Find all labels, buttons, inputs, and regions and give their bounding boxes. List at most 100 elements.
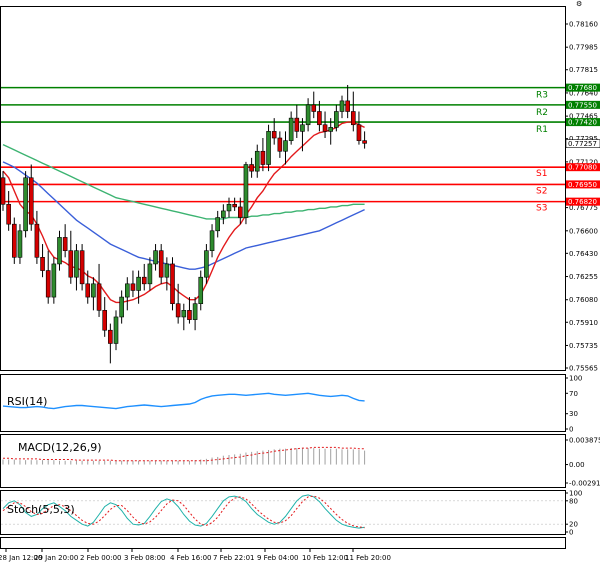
rsi-label: RSI(14) xyxy=(7,395,47,408)
pivot-name-r3: R3 xyxy=(536,91,548,101)
candle-body xyxy=(85,283,91,298)
macd-tick-label: -0.002911 xyxy=(569,480,600,488)
forex-chart: ⚙ 0.781600.779850.778150.776400.774650.7… xyxy=(0,0,600,567)
candle-body xyxy=(288,117,294,141)
candle-body xyxy=(153,250,158,265)
price-tick-label: 0.77985 xyxy=(569,44,598,52)
candle-body xyxy=(243,164,249,218)
time-tick-label: 11 Feb 20:00 xyxy=(345,554,391,562)
stoch-tick-label: 80 xyxy=(569,497,578,505)
candle-body xyxy=(34,223,40,258)
candle-body xyxy=(158,250,164,278)
candle-body xyxy=(51,263,57,298)
stoch-tick-label: 20 xyxy=(569,521,578,529)
candle-body xyxy=(130,283,136,291)
candle-body xyxy=(17,230,23,258)
candle-body xyxy=(136,276,141,291)
candle-body xyxy=(45,270,51,298)
pivot-value-label: 0.77680 xyxy=(568,84,597,92)
settings-icon[interactable]: ⚙ xyxy=(576,0,582,8)
last-price-marker: 0.77257 xyxy=(565,139,600,148)
candle-body xyxy=(108,329,113,344)
time-tick-label: 29 Jan 20:00 xyxy=(34,554,78,562)
rsi-tick-label: 30 xyxy=(569,410,578,418)
candle-body xyxy=(221,210,226,218)
candle-body xyxy=(350,111,356,126)
pivot-value-label: 0.76820 xyxy=(568,198,597,206)
candle-body xyxy=(57,237,62,265)
candle-body xyxy=(311,104,317,112)
stoch-tick-label: 0 xyxy=(569,529,573,537)
candle-body xyxy=(334,111,339,128)
candle-body xyxy=(345,100,350,112)
candle-body xyxy=(232,203,237,208)
candle-body xyxy=(254,150,260,172)
chart-background xyxy=(0,0,600,567)
candle-body xyxy=(74,250,79,278)
candle-body xyxy=(68,250,74,278)
candle-body xyxy=(0,177,6,205)
candle-body xyxy=(249,164,254,172)
candle-body xyxy=(187,310,192,320)
pivot-name-r2: R2 xyxy=(536,108,548,118)
candle-body xyxy=(322,124,328,132)
time-tick-label: 2 Feb 00:00 xyxy=(80,554,121,562)
candle-body xyxy=(96,283,102,311)
candle-body xyxy=(141,276,147,285)
candle-body xyxy=(6,203,11,225)
candle-body xyxy=(238,206,243,218)
candle-body xyxy=(170,263,175,305)
rsi-tick-label: 100 xyxy=(569,375,582,383)
candle-body xyxy=(12,223,17,258)
price-tick-label: 0.75735 xyxy=(569,342,598,350)
candle-body xyxy=(294,117,300,132)
candle-body xyxy=(266,131,271,165)
candle-body xyxy=(62,237,68,251)
candle-body xyxy=(356,124,362,141)
pivot-value-label: 0.77550 xyxy=(568,101,597,109)
candle-body xyxy=(215,217,220,232)
price-tick-label: 0.75565 xyxy=(569,365,598,373)
last-price-label: 0.77257 xyxy=(568,140,597,148)
candle-body xyxy=(79,250,85,285)
candle-body xyxy=(181,310,187,318)
candle-body xyxy=(328,127,334,132)
time-tick-label: 9 Feb 04:00 xyxy=(257,554,298,562)
candle-body xyxy=(209,230,215,251)
candle-body xyxy=(28,177,34,225)
candle-body xyxy=(300,124,305,132)
macd-tick-label: 0.003875 xyxy=(569,437,600,445)
candle-body xyxy=(204,250,209,278)
price-tick-label: 0.76255 xyxy=(569,273,598,281)
pivot-value-label: 0.77420 xyxy=(568,119,597,127)
candle-body xyxy=(192,303,198,320)
macd-label: MACD(12,26,9) xyxy=(18,441,102,454)
pivot-name-s3: S3 xyxy=(536,204,547,214)
candle-body xyxy=(147,263,153,285)
price-tick-label: 0.76080 xyxy=(569,296,598,304)
candle-body xyxy=(260,150,266,165)
candle-body xyxy=(102,310,107,331)
stoch-tick-label: 100 xyxy=(569,490,582,498)
candle-body xyxy=(175,303,181,318)
price-tick-label: 0.78160 xyxy=(569,21,598,29)
candle-body xyxy=(277,137,283,152)
candle-body xyxy=(198,276,204,305)
pivot-name-s1: S1 xyxy=(536,169,547,179)
macd-tick-label: 0.00 xyxy=(569,461,585,469)
candle-body xyxy=(362,140,367,144)
rsi-tick-label: 70 xyxy=(569,390,578,398)
price-tick-label: 0.76430 xyxy=(569,250,598,258)
candle-body xyxy=(164,263,170,278)
pivot-name-s2: S2 xyxy=(536,186,547,196)
pivot-name-r1: R1 xyxy=(536,125,548,135)
candle-body xyxy=(23,177,28,232)
rsi-tick-label: 0 xyxy=(569,426,573,434)
candle-body xyxy=(271,131,277,139)
candle-body xyxy=(91,283,96,298)
price-tick-label: 0.76600 xyxy=(569,227,598,235)
pivot-value-label: 0.76950 xyxy=(568,181,597,189)
price-tick-label: 0.75910 xyxy=(569,319,598,327)
time-tick-label: 4 Feb 16:00 xyxy=(170,554,211,562)
price-tick-label: 0.77815 xyxy=(569,66,598,74)
